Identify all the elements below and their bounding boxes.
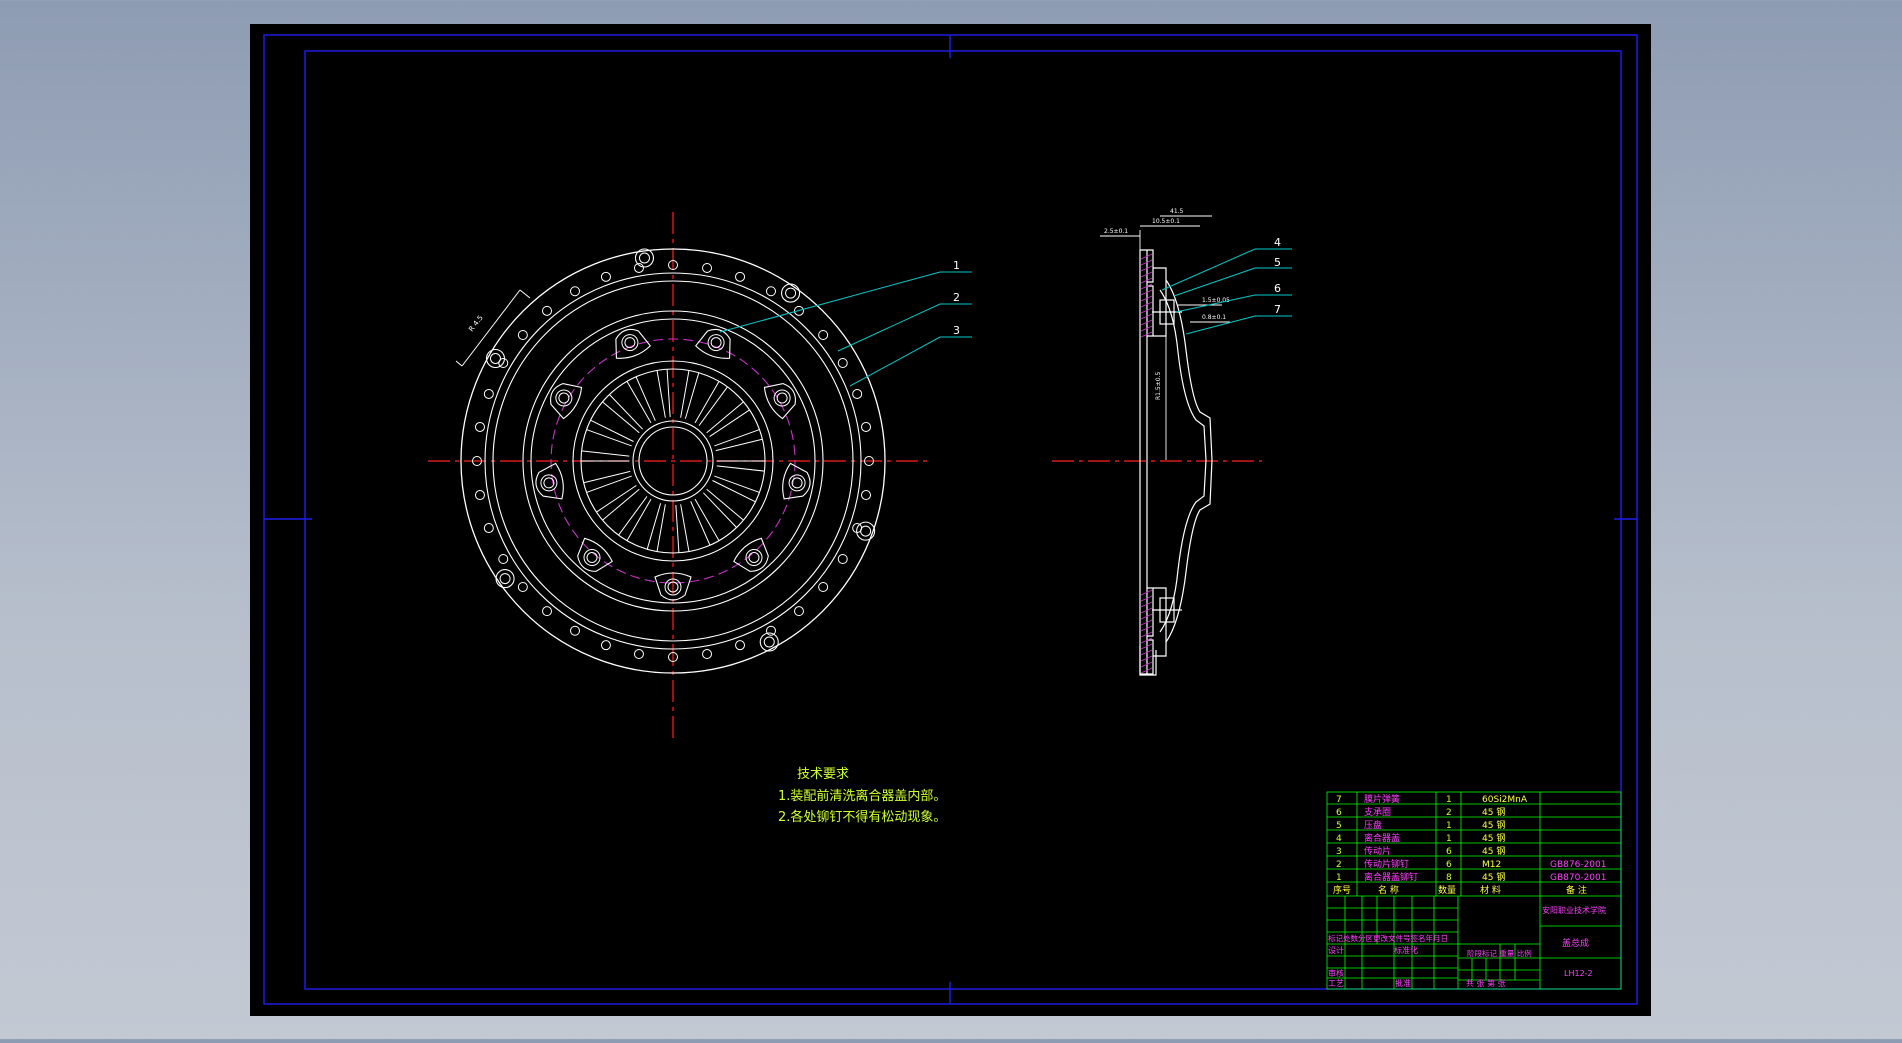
svg-text:R1.5±0.5: R1.5±0.5	[1155, 372, 1162, 400]
bom-no: 6	[1336, 808, 1342, 818]
bom-header-qty: 数量	[1438, 884, 1456, 896]
balloon-7: 7	[1274, 303, 1281, 316]
bom-no: 3	[1336, 847, 1342, 857]
approve-label: 批准	[1395, 978, 1411, 988]
bom-material: 45 钢	[1482, 806, 1505, 818]
bom-material: 45 钢	[1482, 819, 1505, 831]
review-label: 审核	[1328, 968, 1344, 978]
bom-qty: 1	[1446, 795, 1452, 805]
sheet-row: 共 张 第 张	[1466, 978, 1506, 988]
bom-qty: 6	[1446, 860, 1452, 870]
bom-no: 4	[1336, 834, 1342, 844]
bom-header-remark: 备 注	[1566, 884, 1587, 896]
sign-row: 标记处数分区更改文件号签名年月日	[1328, 933, 1448, 943]
balloon-2: 2	[953, 291, 960, 304]
bom-remark: GB870-2001	[1550, 873, 1606, 883]
drawing-number: LH12-2	[1564, 969, 1593, 978]
bom-qty: 6	[1446, 847, 1452, 857]
bom-material: M12	[1482, 860, 1501, 870]
balloon-labels-front: 1 2 3	[953, 259, 960, 337]
bom-no: 2	[1336, 860, 1342, 870]
bom-qty: 2	[1446, 808, 1452, 818]
school-name: 安阳职业技术学院	[1542, 905, 1606, 915]
bom-name: 压盘	[1364, 819, 1382, 831]
bom-no: 5	[1336, 821, 1342, 831]
balloon-5: 5	[1274, 256, 1281, 269]
bom-qty: 8	[1446, 873, 1452, 883]
design-label: 设计	[1328, 945, 1344, 955]
bom-no: 7	[1336, 795, 1342, 805]
svg-text:0.8±0.1: 0.8±0.1	[1202, 314, 1226, 321]
note-1: 1.装配前清洗离合器盖内部。	[778, 788, 946, 804]
bom-name: 传动片铆钉	[1364, 858, 1409, 870]
bom-material: 60Si2MnA	[1482, 795, 1528, 805]
svg-text:41.5: 41.5	[1170, 208, 1184, 215]
cad-viewport[interactable]: R 4.5 1 2 3 2.5±0.1 10.5±0.1 41.5 1.5±0.…	[0, 0, 1902, 1039]
drawing-sheet	[250, 24, 1651, 1016]
bom-name: 离合器盖铆钉	[1364, 871, 1418, 883]
bom-qty: 1	[1446, 834, 1452, 844]
svg-text:2.5±0.1: 2.5±0.1	[1104, 228, 1128, 235]
bom-name: 支承圈	[1364, 806, 1391, 818]
balloon-4: 4	[1274, 236, 1281, 249]
bom-no: 1	[1336, 873, 1342, 883]
note-2: 2.各处铆钉不得有松动现象。	[778, 809, 946, 825]
svg-text:10.5±0.1: 10.5±0.1	[1152, 218, 1180, 225]
bom-material: 45 钢	[1482, 871, 1505, 883]
stage-row: 阶段标记 重量 比例	[1467, 948, 1532, 958]
process-label: 工艺	[1328, 979, 1344, 988]
bom-qty: 1	[1446, 821, 1452, 831]
bom-name: 膜片弹簧	[1364, 793, 1400, 805]
bom-header-name: 名 称	[1378, 884, 1399, 896]
standard-label: 标准化	[1394, 945, 1418, 955]
balloon-3: 3	[953, 324, 960, 337]
balloon-1: 1	[953, 259, 960, 272]
bom-name: 传动片	[1364, 845, 1391, 857]
balloon-6: 6	[1274, 282, 1281, 295]
bom-header-no: 序号	[1333, 884, 1351, 896]
part-name: 盖总成	[1562, 937, 1589, 949]
notes-title: 技术要求	[797, 767, 849, 782]
bom-material: 45 钢	[1482, 845, 1505, 857]
bom-header-material: 材 料	[1480, 884, 1501, 896]
bom-name: 离合器盖	[1364, 832, 1400, 844]
cad-drawing: R 4.5 1 2 3 2.5±0.1 10.5±0.1 41.5 1.5±0.…	[250, 24, 1651, 1016]
bom-remark: GB876-2001	[1550, 860, 1606, 870]
bom-material: 45 钢	[1482, 832, 1505, 844]
